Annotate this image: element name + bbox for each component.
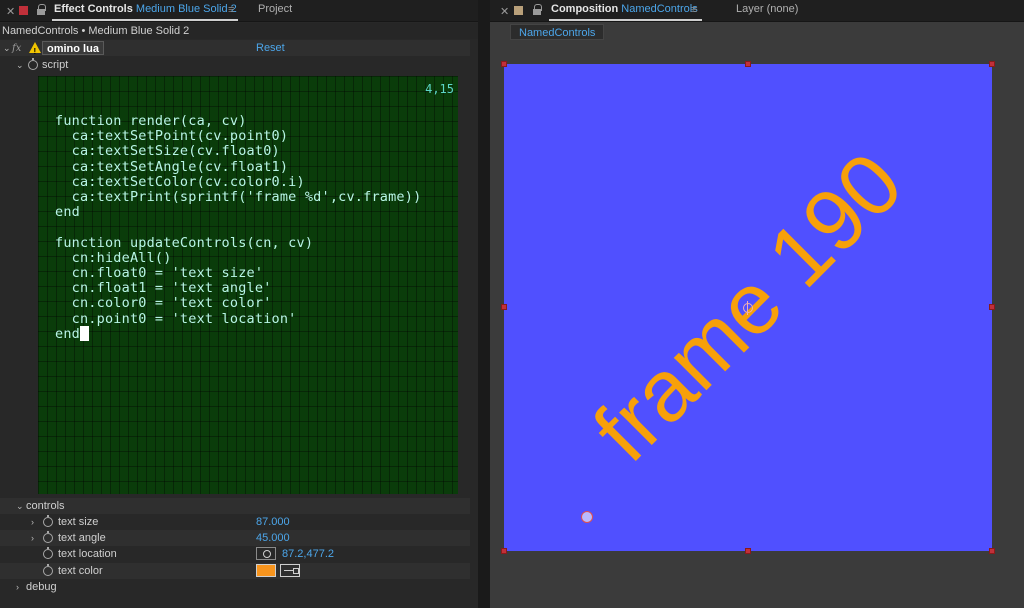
layer-handle[interactable] xyxy=(989,304,995,310)
control-row-text-size[interactable]: › text size 87.000 xyxy=(0,514,470,530)
color-swatch[interactable] xyxy=(256,564,276,577)
composition-canvas[interactable]: frame 190 xyxy=(504,64,992,551)
controls-group-row[interactable]: ⌄ controls xyxy=(0,498,470,514)
control-label: text color xyxy=(58,565,103,577)
layer-handle[interactable] xyxy=(501,548,507,554)
script-code[interactable]: function render(ca, cv) ca:textSetPoint(… xyxy=(55,113,421,342)
text-location-point[interactable] xyxy=(581,511,593,523)
layer-handle[interactable] xyxy=(989,548,995,554)
anchor-point-icon[interactable] xyxy=(741,301,755,315)
control-label: text size xyxy=(58,516,99,528)
script-label: script xyxy=(42,59,69,71)
label-color-icon xyxy=(19,6,28,15)
composition-panel: ✕ Composition NamedControls ≡ Layer (non… xyxy=(490,0,1024,608)
stopwatch-icon[interactable] xyxy=(43,515,53,527)
control-label: text angle xyxy=(58,532,106,544)
tab-composition[interactable]: Composition NamedControls xyxy=(551,3,698,15)
chevron-down-icon[interactable]: ⌄ xyxy=(3,40,11,56)
chevron-down-icon[interactable]: ⌄ xyxy=(16,498,24,514)
warning-icon xyxy=(29,42,41,60)
tab-project[interactable]: Project xyxy=(258,3,292,15)
text-size-value[interactable]: 87.000 xyxy=(256,514,290,530)
active-tab-indicator xyxy=(549,19,702,21)
layer-handle[interactable] xyxy=(501,304,507,310)
effect-name[interactable]: omino lua xyxy=(42,41,104,55)
panel-menu-icon[interactable]: ≡ xyxy=(691,4,697,16)
comp-breadcrumb[interactable]: NamedControls xyxy=(510,24,605,40)
effect-controls-panel: ✕ Effect Controls Medium Blue Solid 2 ≡ … xyxy=(0,0,478,608)
stopwatch-icon[interactable] xyxy=(43,564,53,576)
debug-label: debug xyxy=(26,581,57,593)
breadcrumb: NamedControls • Medium Blue Solid 2 xyxy=(0,23,478,39)
cursor-position: 4,15 xyxy=(425,82,454,96)
chevron-right-icon[interactable]: › xyxy=(31,530,34,546)
layer-handle[interactable] xyxy=(745,61,751,67)
script-editor[interactable]: 4,15 function render(ca, cv) ca:textSetP… xyxy=(38,76,458,494)
controls-label: controls xyxy=(26,500,65,512)
script-row[interactable]: ⌄ script xyxy=(0,57,470,73)
tab-layer[interactable]: Layer (none) xyxy=(736,3,798,15)
fx-toggle[interactable]: fx xyxy=(12,41,21,57)
stopwatch-icon[interactable] xyxy=(43,547,53,559)
eyedropper-icon[interactable] xyxy=(280,564,300,577)
lock-icon[interactable] xyxy=(532,4,542,16)
point-picker-icon[interactable] xyxy=(256,547,276,560)
layer-handle[interactable] xyxy=(745,548,751,554)
debug-group-row[interactable]: › debug xyxy=(0,579,470,595)
stopwatch-icon[interactable] xyxy=(43,531,53,543)
label-color-icon xyxy=(514,6,523,15)
layer-handle[interactable] xyxy=(989,61,995,67)
lock-icon[interactable] xyxy=(36,4,46,16)
close-icon[interactable]: ✕ xyxy=(500,5,509,18)
panel-divider[interactable] xyxy=(478,0,490,608)
layer-handle[interactable] xyxy=(501,61,507,67)
chevron-down-icon[interactable]: ⌄ xyxy=(16,57,24,73)
control-row-text-location[interactable]: text location 87.2,477.2 xyxy=(0,546,470,562)
text-angle-value[interactable]: 45.000 xyxy=(256,530,290,546)
effect-header-row[interactable]: ⌄ fx omino lua Reset xyxy=(0,40,470,60)
text-location-value[interactable]: 87.2,477.2 xyxy=(282,546,334,562)
control-label: text location xyxy=(58,548,117,560)
active-tab-indicator xyxy=(52,19,238,21)
close-icon[interactable]: ✕ xyxy=(6,5,15,18)
tab-effect-controls[interactable]: Effect Controls Medium Blue Solid 2 xyxy=(54,3,237,15)
stopwatch-icon[interactable] xyxy=(28,58,38,70)
control-row-text-angle[interactable]: › text angle 45.000 xyxy=(0,530,470,546)
reset-link[interactable]: Reset xyxy=(256,40,285,56)
effect-controls-tabbar: ✕ Effect Controls Medium Blue Solid 2 ≡ … xyxy=(0,0,478,22)
chevron-right-icon[interactable]: › xyxy=(31,514,34,530)
composition-tabbar: ✕ Composition NamedControls ≡ Layer (non… xyxy=(490,0,1024,22)
panel-menu-icon[interactable]: ≡ xyxy=(228,4,234,16)
chevron-right-icon[interactable]: › xyxy=(16,579,19,595)
control-row-text-color[interactable]: text color xyxy=(0,563,470,579)
text-cursor xyxy=(80,326,89,341)
